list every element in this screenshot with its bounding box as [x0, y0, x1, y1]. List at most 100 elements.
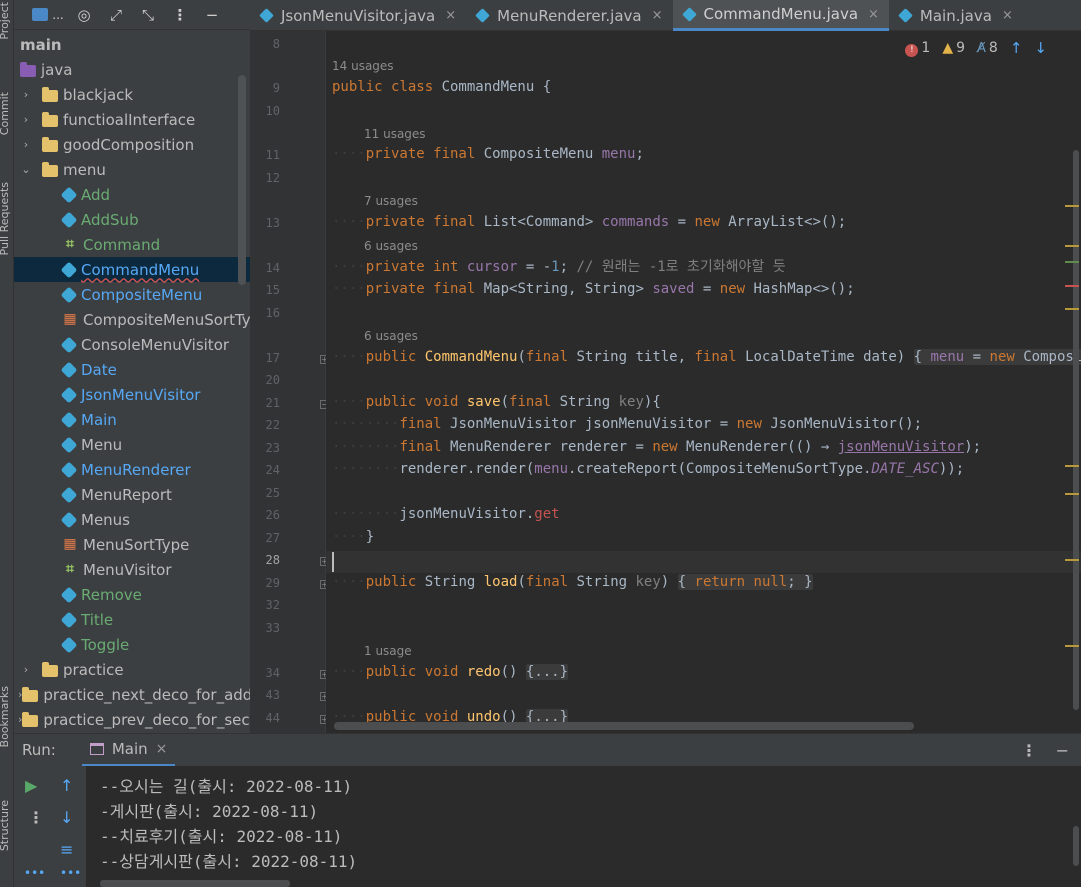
line-number[interactable]: 20	[250, 373, 280, 387]
tree-item-main[interactable]: Main	[14, 407, 250, 432]
line-number[interactable]: 33	[250, 621, 280, 635]
tree-item-goodcomposition[interactable]: › goodComposition	[14, 132, 250, 157]
line-number[interactable]: 10	[250, 104, 280, 118]
line-number[interactable]: 32	[250, 598, 280, 612]
tree-item-commandmenu[interactable]: CommandMenu	[14, 257, 250, 282]
close-tab-icon[interactable]: ×	[868, 7, 879, 22]
tree-item-addsub[interactable]: AddSub	[14, 207, 250, 232]
run-options-icon[interactable]: ⋮	[1021, 741, 1037, 760]
tree-item-menu[interactable]: ⌄ menu	[14, 157, 250, 182]
tree-item-menu[interactable]: Menu	[14, 432, 250, 457]
scroll-up-icon[interactable]: ↑	[60, 776, 73, 795]
hide-panel-icon[interactable]: −	[196, 0, 228, 30]
console-horizontal-scrollbar[interactable]	[100, 880, 290, 887]
line-number[interactable]: 44	[250, 711, 280, 725]
tree-item-functioalinterface[interactable]: › functioalInterface	[14, 107, 250, 132]
chevron-right-icon[interactable]: ›	[18, 88, 34, 101]
line-number[interactable]: 28	[250, 553, 280, 567]
usages-hint[interactable]: 6 usages	[364, 329, 418, 343]
pull-requests-tool-tab[interactable]: Pull Requests	[0, 182, 11, 255]
line-number[interactable]: 16	[250, 306, 280, 320]
select-opened-file-icon[interactable]: ◎	[68, 0, 100, 30]
warning-count[interactable]: ▲ 9	[942, 40, 965, 56]
tree-item-practice_prev_deco_for_sect[interactable]: › practice_prev_deco_for_sect	[14, 707, 250, 732]
tree-item-compositemenusorttype[interactable]: ▦ CompositeMenuSortType	[14, 307, 250, 332]
tree-item-toggle[interactable]: Toggle	[14, 632, 250, 657]
typo-count[interactable]: A̸ 8	[977, 40, 998, 56]
line-number[interactable]: 11	[250, 148, 280, 162]
usages-hint[interactable]: 7 usages	[364, 194, 418, 208]
tree-scrollbar[interactable]	[238, 75, 246, 285]
close-tab-icon[interactable]: ×	[1002, 8, 1013, 23]
more-icon[interactable]: •••	[24, 866, 45, 880]
tree-item-menus[interactable]: Menus	[14, 507, 250, 532]
project-tool-tab[interactable]: Project	[0, 2, 11, 40]
close-tab-icon[interactable]: ×	[445, 8, 456, 23]
line-number[interactable]: 24	[250, 463, 280, 477]
tab-menurenderer[interactable]: MenuRenderer.java ×	[466, 0, 672, 31]
tree-item-title[interactable]: Title	[14, 607, 250, 632]
console-output[interactable]: --오시는 길(출시: 2022-08-11) -게시판(출시: 2022-08…	[86, 766, 1081, 887]
rerun-icon[interactable]: ▶	[25, 776, 37, 795]
tree-item-compositemenu[interactable]: CompositeMenu	[14, 282, 250, 307]
tree-item-blackjack[interactable]: › blackjack	[14, 82, 250, 107]
tab-main[interactable]: Main.java ×	[889, 0, 1023, 31]
tree-item-menurenderer[interactable]: MenuRenderer	[14, 457, 250, 482]
line-number[interactable]: 43	[250, 688, 280, 702]
line-number[interactable]: 14	[250, 261, 280, 275]
code-editor[interactable]: 14 usages public class CommandMenu { 11 …	[326, 31, 1081, 733]
line-number[interactable]: 12	[250, 171, 280, 185]
line-number[interactable]: 8	[250, 37, 280, 51]
chevron-right-icon[interactable]: ›	[18, 663, 34, 676]
hide-run-panel-icon[interactable]: −	[1056, 741, 1069, 760]
tree-item-consolemenuvisitor[interactable]: ConsoleMenuVisitor	[14, 332, 250, 357]
line-number[interactable]: 34	[250, 666, 280, 680]
inspection-widget[interactable]: ! 1 ▲ 9 A̸ 8 ↑ ↓	[905, 39, 1047, 57]
tree-item-menuvisitor[interactable]: ⌗ MenuVisitor	[14, 557, 250, 582]
view-selector[interactable]: ...	[28, 0, 68, 30]
chevron-down-icon[interactable]: ⌄	[18, 163, 34, 176]
editor-horizontal-scrollbar[interactable]	[334, 722, 914, 730]
chevron-right-icon[interactable]: ›	[18, 113, 34, 126]
console-vertical-scrollbar[interactable]	[1073, 826, 1079, 866]
usages-hint[interactable]: 6 usages	[364, 239, 418, 253]
bookmarks-tool-tab[interactable]: Bookmarks	[0, 686, 11, 747]
tab-commandmenu[interactable]: CommandMenu.java ×	[672, 0, 889, 31]
expand-all-icon[interactable]: ⤢	[100, 0, 132, 30]
tree-item-java[interactable]: java	[14, 57, 250, 82]
line-number[interactable]: 22	[250, 418, 280, 432]
tree-item-command[interactable]: ⌗ Command	[14, 232, 250, 257]
scroll-down-icon[interactable]: ↓	[60, 808, 73, 827]
usages-hint[interactable]: 14 usages	[332, 59, 394, 73]
tree-item-date[interactable]: Date	[14, 357, 250, 382]
editor-vertical-scrollbar[interactable]	[1073, 150, 1079, 710]
close-tab-icon[interactable]: ×	[652, 8, 663, 23]
next-highlight-icon[interactable]: ↓	[1034, 39, 1047, 57]
more-icon[interactable]: •••	[60, 866, 81, 880]
line-number[interactable]: 9	[250, 81, 280, 95]
tree-item-practice[interactable]: › practice	[14, 657, 250, 682]
line-number[interactable]: 27	[250, 531, 280, 545]
line-number[interactable]: 15	[250, 283, 280, 297]
tree-item-menureport[interactable]: MenuReport	[14, 482, 250, 507]
tree-item-jsonmenuvisitor[interactable]: JsonMenuVisitor	[14, 382, 250, 407]
tree-item-practice_next_deco_for_add[interactable]: › practice_next_deco_for_add	[14, 682, 250, 707]
tree-item-add[interactable]: Add	[14, 182, 250, 207]
soft-wrap-icon[interactable]: ≡	[60, 840, 73, 859]
chevron-right-icon[interactable]: ›	[18, 138, 34, 151]
close-tab-icon[interactable]: ×	[156, 741, 168, 757]
tree-item-menusorttype[interactable]: ▦ MenuSortType	[14, 532, 250, 557]
line-number[interactable]: 21	[250, 396, 280, 410]
collapse-all-icon[interactable]: ⤡	[132, 0, 164, 30]
line-number[interactable]: 23	[250, 441, 280, 455]
run-tab-main[interactable]: Main ×	[81, 734, 176, 767]
line-number[interactable]: 29	[250, 576, 280, 590]
line-number[interactable]: 17	[250, 351, 280, 365]
usages-hint[interactable]: 11 usages	[364, 127, 426, 141]
line-number[interactable]: 25	[250, 486, 280, 500]
more-actions-icon[interactable]: ⋮	[28, 808, 44, 827]
structure-tool-tab[interactable]: Structure	[0, 800, 11, 851]
more-options-icon[interactable]: ⋮	[164, 0, 196, 30]
usages-hint[interactable]: 1 usage	[364, 644, 412, 658]
tree-item-main[interactable]: main	[14, 32, 250, 57]
